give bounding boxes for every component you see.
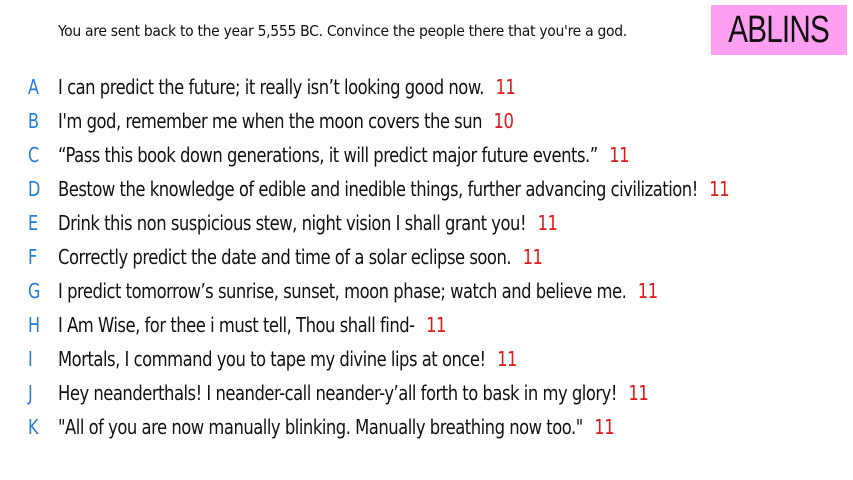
answer-row-i[interactable]: I Mortals, I command you to tape my divi… (0, 344, 853, 374)
answer-score: 11 (497, 347, 517, 371)
answer-body: Mortals, I command you to tape my divine… (58, 347, 517, 371)
answer-letter: C (28, 143, 40, 167)
answer-row-c[interactable]: C “Pass this book down generations, it w… (0, 140, 853, 170)
answer-score: 11 (537, 211, 558, 235)
answer-row-f[interactable]: F Correctly predict the date and time of… (0, 242, 853, 272)
answer-body: "All of you are now manually blinking. M… (58, 415, 615, 439)
answer-row-h[interactable]: H I Am Wise, for thee i must tell, Thou … (0, 310, 853, 340)
answer-body: I Am Wise, for thee i must tell, Thou sh… (58, 313, 446, 337)
answer-text: Hey neanderthals! I neander-call neander… (58, 381, 617, 405)
answer-text: “Pass this book down generations, it wil… (58, 143, 598, 167)
answer-score: 11 (628, 381, 649, 405)
game-title: ABLINS (728, 8, 831, 51)
answer-body: Hey neanderthals! I neander-call neander… (58, 381, 649, 405)
answer-letter: H (28, 313, 41, 337)
answer-score: 11 (709, 177, 730, 201)
answer-body: I predict tomorrow’s sunrise, sunset, mo… (58, 279, 658, 303)
answer-row-a[interactable]: A I can predict the future; it really is… (0, 72, 853, 102)
answer-text: I predict tomorrow’s sunrise, sunset, mo… (58, 279, 627, 303)
answer-row-b[interactable]: B I'm god, remember me when the moon cov… (0, 106, 853, 136)
answer-letter: G (28, 279, 41, 303)
answer-letter: F (28, 245, 38, 269)
answer-text: I'm god, remember me when the moon cover… (58, 109, 483, 133)
answer-row-d[interactable]: D Bestow the knowledge of edible and ine… (0, 174, 853, 204)
answer-body: Correctly predict the date and time of a… (58, 245, 543, 269)
answer-text: Bestow the knowledge of edible and inedi… (58, 177, 698, 201)
question-prompt: You are sent back to the year 5,555 BC. … (58, 22, 627, 40)
answer-text: Correctly predict the date and time of a… (58, 245, 512, 269)
answer-score: 11 (426, 313, 446, 337)
answer-score: 11 (594, 415, 615, 439)
answer-letter: A (28, 75, 39, 99)
answer-row-g[interactable]: G I predict tomorrow’s sunrise, sunset, … (0, 276, 853, 306)
answer-text: "All of you are now manually blinking. M… (58, 415, 583, 439)
answer-letter: E (28, 211, 39, 235)
answer-text: I can predict the future; it really isn’… (58, 75, 484, 99)
answer-score: 11 (637, 279, 658, 303)
answer-letter: D (28, 177, 41, 201)
answer-body: “Pass this book down generations, it wil… (58, 143, 630, 167)
answer-letter: K (28, 415, 39, 439)
answer-row-j[interactable]: J Hey neanderthals! I neander-call neand… (0, 378, 853, 408)
answer-text: I Am Wise, for thee i must tell, Thou sh… (58, 313, 415, 337)
answer-score: 11 (522, 245, 543, 269)
answer-body: I can predict the future; it really isn’… (58, 75, 516, 99)
answer-body: Bestow the knowledge of edible and inedi… (58, 177, 730, 201)
answer-body: Drink this non suspicious stew, night vi… (58, 211, 558, 235)
answer-letter: J (28, 381, 33, 405)
answer-row-e[interactable]: E Drink this non suspicious stew, night … (0, 208, 853, 238)
answer-text: Drink this non suspicious stew, night vi… (58, 211, 527, 235)
answer-body: I'm god, remember me when the moon cover… (58, 109, 514, 133)
answer-row-k[interactable]: K "All of you are now manually blinking.… (0, 412, 853, 442)
answer-score: 11 (495, 75, 516, 99)
answer-score: 11 (609, 143, 630, 167)
game-title-badge: ABLINS (711, 5, 847, 55)
answer-score: 10 (493, 109, 514, 133)
answer-text: Mortals, I command you to tape my divine… (58, 347, 486, 371)
answer-letter: B (28, 109, 39, 133)
answer-letter: I (28, 347, 33, 371)
